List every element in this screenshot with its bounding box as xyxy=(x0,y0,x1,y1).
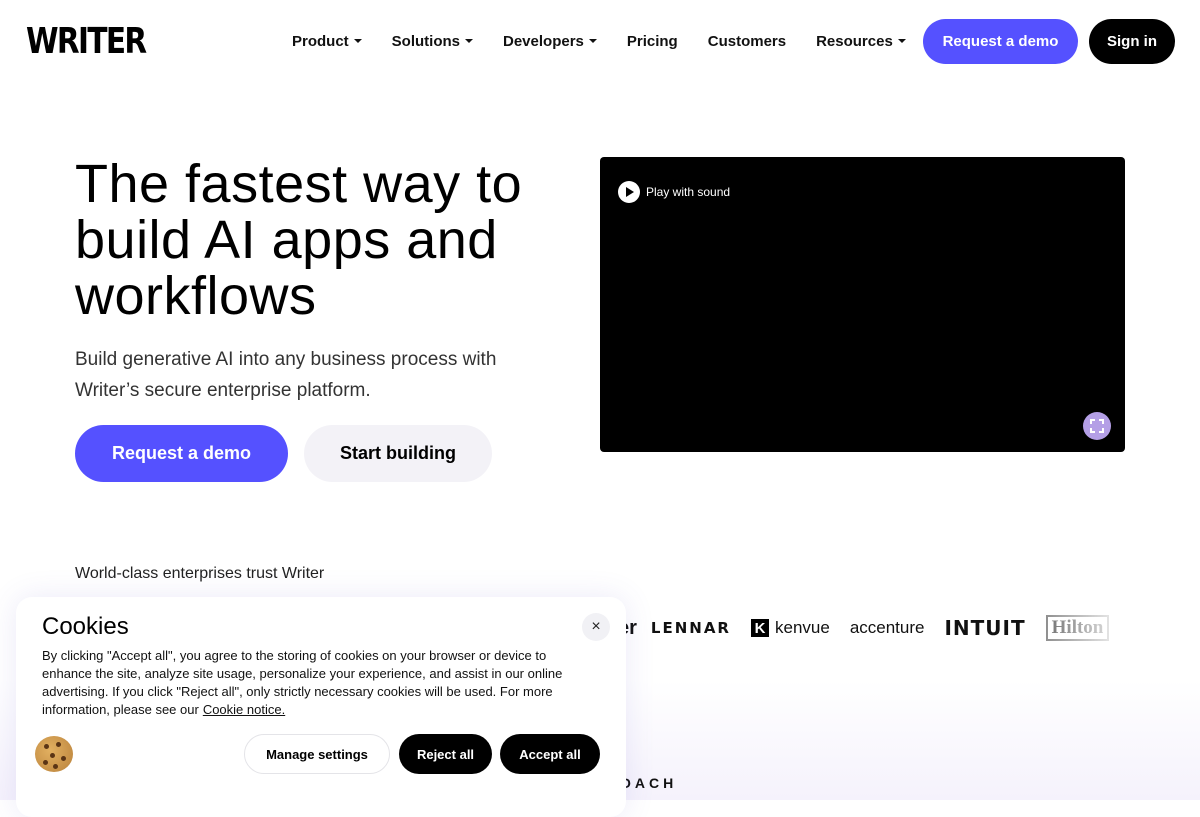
nav-product[interactable]: Product xyxy=(292,30,362,52)
hero-title: The fastest way to build AI apps and wor… xyxy=(75,154,523,326)
nav-label: Product xyxy=(292,32,349,50)
hero-video[interactable]: Play with sound xyxy=(600,157,1125,452)
logo-kenvue-text: kenvue xyxy=(774,618,830,637)
sign-in-button[interactable]: Sign in xyxy=(1089,19,1175,64)
logo-lennar: LENNAR xyxy=(650,619,731,637)
cookie-title: Cookies xyxy=(42,613,129,640)
writer-logo[interactable]: WRITER xyxy=(26,22,147,62)
chevron-down-icon xyxy=(465,39,473,43)
cookie-body: By clicking "Accept all", you agree to t… xyxy=(42,648,563,717)
play-label: Play with sound xyxy=(646,185,731,199)
site-header: WRITER Product Solutions Developers Pric… xyxy=(0,0,1200,84)
cookie-banner: Cookies × By clicking "Accept all", you … xyxy=(16,597,626,817)
play-icon xyxy=(618,181,640,203)
nav-label: Resources xyxy=(816,32,893,50)
nav-label: Pricing xyxy=(626,32,678,50)
nav-developers[interactable]: Developers xyxy=(503,30,597,52)
request-demo-button[interactable]: Request a demo xyxy=(75,425,288,482)
chevron-down-icon xyxy=(588,39,597,43)
header-request-demo-button[interactable]: Request a demo xyxy=(923,19,1078,64)
nav-label: Customers xyxy=(707,32,787,50)
nav-solutions[interactable]: Solutions xyxy=(392,30,473,52)
nav-label: Solutions xyxy=(391,32,460,50)
fullscreen-button[interactable] xyxy=(1083,412,1111,440)
nav-pricing[interactable]: Pricing xyxy=(627,30,678,52)
nav-customers[interactable]: Customers xyxy=(708,30,786,52)
play-with-sound-button[interactable]: Play with sound xyxy=(618,181,730,203)
logo-intuit: INTUIT xyxy=(944,616,1026,640)
fullscreen-icon xyxy=(1090,419,1104,433)
cookie-text: By clicking "Accept all", you agree to t… xyxy=(42,647,582,719)
logo-kenvue: Kkenvue xyxy=(750,618,830,638)
nav-resources[interactable]: Resources xyxy=(816,30,906,52)
cookie-icon xyxy=(35,736,73,772)
chevron-down-icon xyxy=(353,39,362,43)
chevron-down-icon xyxy=(897,39,906,43)
section-label: OACH xyxy=(620,775,678,791)
hero-subtitle: Build generative AI into any business pr… xyxy=(75,349,497,401)
main-nav: Product Solutions Developers Pricing Cus… xyxy=(292,30,936,52)
nav-label: Developers xyxy=(503,32,584,50)
close-icon[interactable]: × xyxy=(582,613,610,641)
start-building-button[interactable]: Start building xyxy=(304,425,492,482)
cookie-notice-link[interactable]: Cookie notice. xyxy=(203,702,285,717)
trust-heading: World-class enterprises trust Writer xyxy=(75,565,325,582)
manage-settings-button[interactable]: Manage settings xyxy=(244,734,390,774)
accept-all-button[interactable]: Accept all xyxy=(500,734,600,774)
reject-all-button[interactable]: Reject all xyxy=(399,734,492,774)
logos-fade xyxy=(1040,600,1130,656)
kenvue-mark-icon: K xyxy=(750,619,769,637)
logo-accenture: accenture xyxy=(849,618,925,637)
